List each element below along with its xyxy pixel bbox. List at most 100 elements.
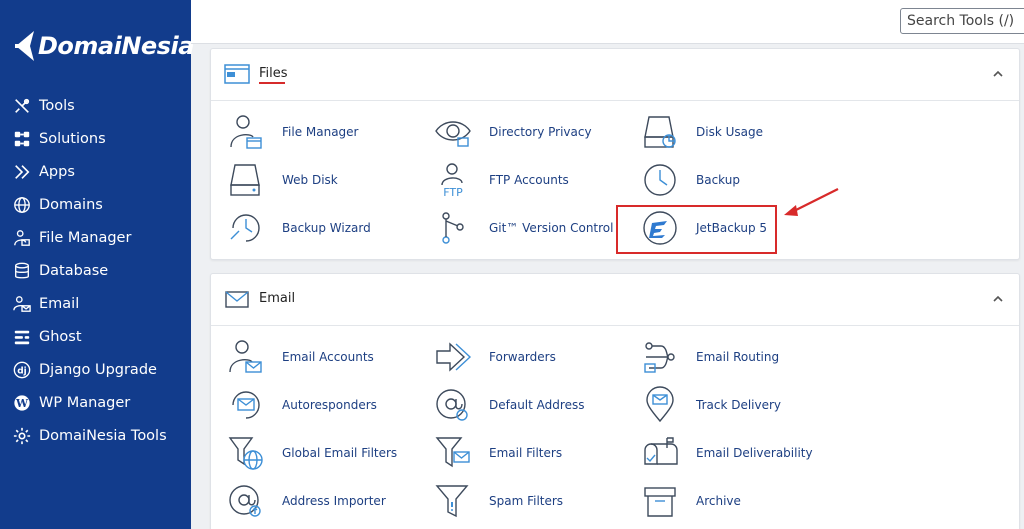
tool-label: Directory Privacy — [489, 125, 592, 139]
tool-label: Archive — [696, 494, 741, 508]
tool-email-deliverability[interactable]: Email Deliverability — [640, 432, 813, 474]
tool-label: Autoresponders — [282, 398, 377, 412]
sidebar-item-tools[interactable]: Tools — [0, 89, 191, 122]
domainesia-logo-icon — [15, 31, 34, 61]
folder-window-icon — [224, 64, 250, 84]
file-manager-icon — [12, 228, 32, 248]
email-panel-icon — [225, 291, 249, 308]
sidebar-item-label: Solutions — [39, 130, 106, 147]
tool-directory-privacy[interactable]: Directory Privacy — [433, 111, 592, 153]
tool-backup[interactable]: Backup — [640, 159, 740, 201]
sidebar-item-apps[interactable]: Apps — [0, 155, 191, 188]
svg-text:FTP: FTP — [443, 186, 463, 199]
sidebar-item-label: Tools — [39, 97, 75, 114]
tool-email-accounts[interactable]: Email Accounts — [226, 336, 374, 378]
email-accounts-icon — [226, 337, 266, 377]
archive-icon — [640, 481, 680, 521]
sidebar-item-wp-manager[interactable]: W WP Manager — [0, 387, 191, 420]
tool-email-filters[interactable]: Email Filters — [433, 432, 562, 474]
tool-ftp-accounts[interactable]: FTP FTP Accounts — [433, 159, 569, 201]
sidebar-item-ghost[interactable]: Ghost — [0, 321, 191, 354]
sidebar-item-file-manager[interactable]: File Manager — [0, 221, 191, 254]
email-routing-icon — [640, 337, 680, 377]
tool-label: Address Importer — [282, 494, 386, 508]
django-icon: dj — [12, 360, 32, 380]
sidebar-item-label: File Manager — [39, 229, 132, 246]
svg-text:dj: dj — [17, 367, 27, 377]
tool-file-manager[interactable]: File Manager — [226, 111, 359, 153]
tool-forwarders[interactable]: Forwarders — [433, 336, 556, 378]
search-tools-input[interactable] — [900, 8, 1024, 34]
email-panel-header[interactable]: Email — [211, 274, 1019, 326]
sidebar-nav: Tools Solutions Apps Domains File Manage… — [0, 89, 191, 453]
tool-label: Forwarders — [489, 350, 556, 364]
tool-default-address[interactable]: Default Address — [433, 384, 584, 426]
sidebar: DomaiNesia Tools Solutions Apps Domains … — [0, 0, 194, 529]
tool-label: Email Routing — [696, 350, 780, 364]
jetbackup-highlight-box — [616, 205, 777, 254]
mailbox-icon — [640, 433, 680, 473]
tool-autoresponders[interactable]: Autoresponders — [226, 384, 377, 426]
tool-track-delivery[interactable]: Track Delivery — [640, 384, 781, 426]
sidebar-item-label: WP Manager — [39, 395, 131, 412]
tool-address-importer[interactable]: Address Importer — [226, 480, 386, 522]
sidebar-item-label: Domains — [39, 196, 103, 213]
tool-label: File Manager — [282, 125, 359, 139]
svg-text:W: W — [15, 397, 29, 410]
globe-icon — [12, 195, 32, 215]
ghost-icon — [12, 327, 32, 347]
tool-email-routing[interactable]: Email Routing — [640, 336, 779, 378]
chevron-up-icon[interactable] — [991, 292, 1005, 306]
autoresponders-icon — [226, 385, 266, 425]
sidebar-item-label: Django Upgrade — [39, 362, 157, 379]
email-panel: Email Email Accounts Forwarders Email Ro… — [210, 273, 1020, 529]
sidebar-item-django-upgrade[interactable]: dj Django Upgrade — [0, 354, 191, 387]
tool-label: FTP Accounts — [489, 173, 569, 187]
address-importer-icon — [226, 481, 266, 521]
brand-logo[interactable]: DomaiNesia — [12, 26, 194, 66]
tool-label: Default Address — [489, 398, 585, 412]
disk-usage-icon — [640, 112, 680, 152]
file-manager-icon — [226, 112, 266, 152]
files-panel: Files File Manager Directory Privacy Dis… — [210, 48, 1020, 260]
tool-global-email-filters[interactable]: Global Email Filters — [226, 432, 397, 474]
sidebar-item-label: Ghost — [39, 329, 82, 346]
sidebar-item-email[interactable]: Email — [0, 288, 191, 321]
tool-archive[interactable]: Archive — [640, 480, 741, 522]
tool-label: Email Deliverability — [696, 446, 813, 460]
panel-title: Files — [259, 66, 288, 81]
tool-git-version-control[interactable]: Git™ Version Control — [433, 207, 613, 249]
tool-spam-filters[interactable]: Spam Filters — [433, 480, 563, 522]
database-icon — [12, 261, 32, 281]
at-icon — [433, 385, 473, 425]
sidebar-item-label: Database — [39, 263, 109, 280]
global-filter-icon — [226, 433, 266, 473]
backup-icon — [640, 160, 680, 200]
web-disk-icon — [226, 160, 266, 200]
sidebar-item-solutions[interactable]: Solutions — [0, 122, 191, 155]
tool-label: Disk Usage — [696, 125, 763, 139]
files-panel-header[interactable]: Files — [211, 49, 1019, 101]
tool-label: Backup — [696, 173, 740, 187]
title-underline — [259, 82, 285, 84]
email-filter-icon — [433, 433, 473, 473]
email-icon — [12, 294, 32, 314]
apps-icon — [12, 162, 32, 182]
annotation-arrow-icon — [784, 188, 839, 216]
sidebar-item-database[interactable]: Database — [0, 254, 191, 287]
tool-disk-usage[interactable]: Disk Usage — [640, 111, 763, 153]
tool-label: Web Disk — [282, 173, 338, 187]
eye-icon — [433, 112, 473, 152]
wordpress-icon: W — [12, 393, 32, 413]
solutions-icon — [12, 129, 32, 149]
sidebar-item-domains[interactable]: Domains — [0, 188, 191, 221]
tool-label: Git™ Version Control — [489, 221, 614, 235]
sidebar-item-label: DomaiNesia Tools — [39, 428, 167, 445]
tool-web-disk[interactable]: Web Disk — [226, 159, 338, 201]
top-bar — [191, 0, 1024, 44]
tool-label: Global Email Filters — [282, 446, 398, 460]
chevron-up-icon[interactable] — [991, 67, 1005, 81]
tool-label: Backup Wizard — [282, 221, 371, 235]
sidebar-item-domainesia-tools[interactable]: DomaiNesia Tools — [0, 420, 191, 453]
tool-backup-wizard[interactable]: Backup Wizard — [226, 207, 371, 249]
